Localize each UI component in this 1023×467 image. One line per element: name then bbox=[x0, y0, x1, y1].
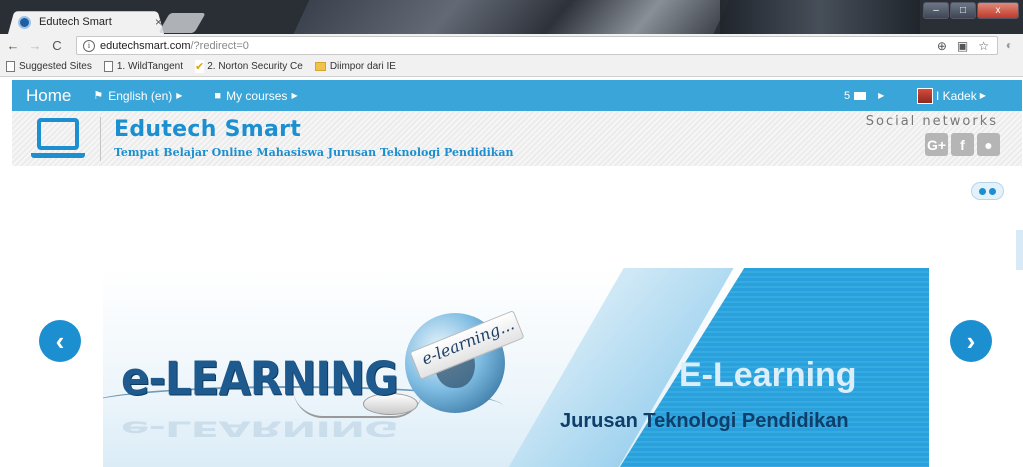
zoom-icon[interactable]: ⊕ bbox=[937, 39, 947, 53]
site-favicon-icon bbox=[18, 15, 31, 29]
briefcase-icon: ■ bbox=[214, 89, 222, 102]
chevron-left-icon: ‹ bbox=[55, 325, 65, 356]
header-divider bbox=[100, 117, 101, 161]
maximize-button[interactable]: □ bbox=[950, 2, 976, 19]
forward-arrow-icon[interactable]: → bbox=[26, 38, 44, 53]
my-courses-menu[interactable]: ■ My courses ▶ bbox=[214, 89, 297, 103]
minimize-button[interactable]: – bbox=[923, 2, 949, 19]
bookmark-suggested-sites[interactable]: Suggested Sites bbox=[6, 61, 92, 72]
browser-titlebar: Edutech Smart × – □ x bbox=[0, 0, 1023, 34]
page-icon bbox=[6, 61, 15, 72]
chevron-right-icon: › bbox=[966, 325, 976, 356]
flag-icon: ⚑ bbox=[93, 90, 104, 102]
language-label: English (en) bbox=[108, 88, 173, 103]
banner-title: E-Learning bbox=[679, 356, 857, 394]
bookmark-folder-ie[interactable]: Diimpor dari IE bbox=[314, 61, 396, 72]
carousel-prev-button[interactable]: ‹ bbox=[39, 320, 81, 362]
envelope-icon bbox=[854, 91, 867, 100]
user-name: I Kadek bbox=[936, 88, 977, 103]
url-host: edutechsmart.com bbox=[100, 39, 191, 52]
bookmark-wildtangent[interactable]: 1. WildTangent bbox=[103, 61, 183, 72]
carousel-banner-image[interactable]: e-learning... e-LEARNING e-LEARNING E-Le… bbox=[103, 268, 929, 467]
site-subtitle: Tempat Belajar Online Mahasiswa Jurusan … bbox=[114, 146, 514, 159]
carousel-dot[interactable] bbox=[979, 187, 986, 195]
window-close-button[interactable]: x bbox=[977, 2, 1019, 19]
site-title[interactable]: Edutech Smart bbox=[114, 117, 301, 142]
caret-right-icon: ▶ bbox=[291, 91, 298, 100]
messages-count: 5 bbox=[844, 89, 851, 102]
avatar bbox=[917, 87, 933, 104]
reload-icon[interactable]: C bbox=[48, 38, 66, 53]
elearning-logo-text: e-LEARNING bbox=[121, 351, 399, 406]
banner-subtitle: Jurusan Teknologi Pendidikan bbox=[560, 410, 849, 432]
address-bar[interactable]: i edutechsmart.com/?redirect=0 ⊕ ▣ ☆ bbox=[76, 36, 998, 55]
bookmark-label: Diimpor dari IE bbox=[329, 61, 396, 72]
extension-icon[interactable]: ◐ bbox=[1006, 38, 1013, 52]
back-arrow-icon[interactable]: ← bbox=[4, 38, 22, 53]
facebook-icon[interactable]: f bbox=[951, 133, 974, 156]
web-globe-icon[interactable]: ● bbox=[977, 133, 1000, 156]
caret-right-icon: ▶ bbox=[979, 91, 986, 100]
carousel-next-button[interactable]: › bbox=[950, 320, 992, 362]
elearning-logo-reflection: e-LEARNING bbox=[121, 416, 398, 441]
info-icon[interactable]: i bbox=[83, 39, 95, 52]
address-toolbar: ← → C i edutechsmart.com/?redirect=0 ⊕ ▣… bbox=[0, 34, 1023, 57]
language-menu[interactable]: ⚑ English (en) ▶ bbox=[93, 89, 182, 103]
bookmark-label: 1. WildTangent bbox=[116, 61, 183, 72]
window-controls: – □ x bbox=[923, 2, 1019, 19]
bookmark-norton[interactable]: ✔ 2. Norton Security Ce bbox=[194, 60, 303, 73]
user-menu[interactable]: I Kadek ▶ bbox=[917, 80, 986, 111]
caret-right-icon: ▶ bbox=[176, 91, 183, 100]
bookmark-label: Suggested Sites bbox=[19, 61, 92, 72]
laptop-logo-icon[interactable] bbox=[31, 118, 85, 160]
norton-check-icon: ✔ bbox=[194, 60, 205, 73]
site-navbar: Home ⚑ English (en) ▶ ■ My courses ▶ 5 ▶… bbox=[12, 80, 1022, 111]
url-path: /?redirect=0 bbox=[190, 39, 249, 52]
bookmark-label: 2. Norton Security Ce bbox=[207, 61, 303, 72]
site-header: Edutech Smart Tempat Belajar Online Maha… bbox=[12, 111, 1022, 166]
my-courses-label: My courses bbox=[226, 88, 288, 103]
folder-icon bbox=[314, 62, 326, 71]
carousel-dot[interactable] bbox=[989, 187, 996, 195]
bookmarks-bar: Suggested Sites 1. WildTangent ✔ 2. Nort… bbox=[0, 57, 1023, 77]
social-icons: G+ f ● bbox=[925, 133, 1000, 156]
scroll-edge bbox=[1016, 230, 1023, 270]
tab-title: Edutech Smart bbox=[39, 16, 112, 28]
nav-home-link[interactable]: Home bbox=[26, 86, 71, 106]
google-plus-icon[interactable]: G+ bbox=[925, 133, 948, 156]
page-icon bbox=[103, 61, 113, 72]
translate-icon[interactable]: ▣ bbox=[957, 39, 968, 53]
bookmark-star-icon[interactable]: ☆ bbox=[978, 39, 989, 53]
messages-menu[interactable]: 5 ▶ bbox=[844, 80, 884, 111]
social-networks-label: Social networks bbox=[865, 114, 998, 129]
carousel-indicators[interactable] bbox=[971, 182, 1004, 200]
caret-right-icon: ▶ bbox=[878, 91, 885, 100]
